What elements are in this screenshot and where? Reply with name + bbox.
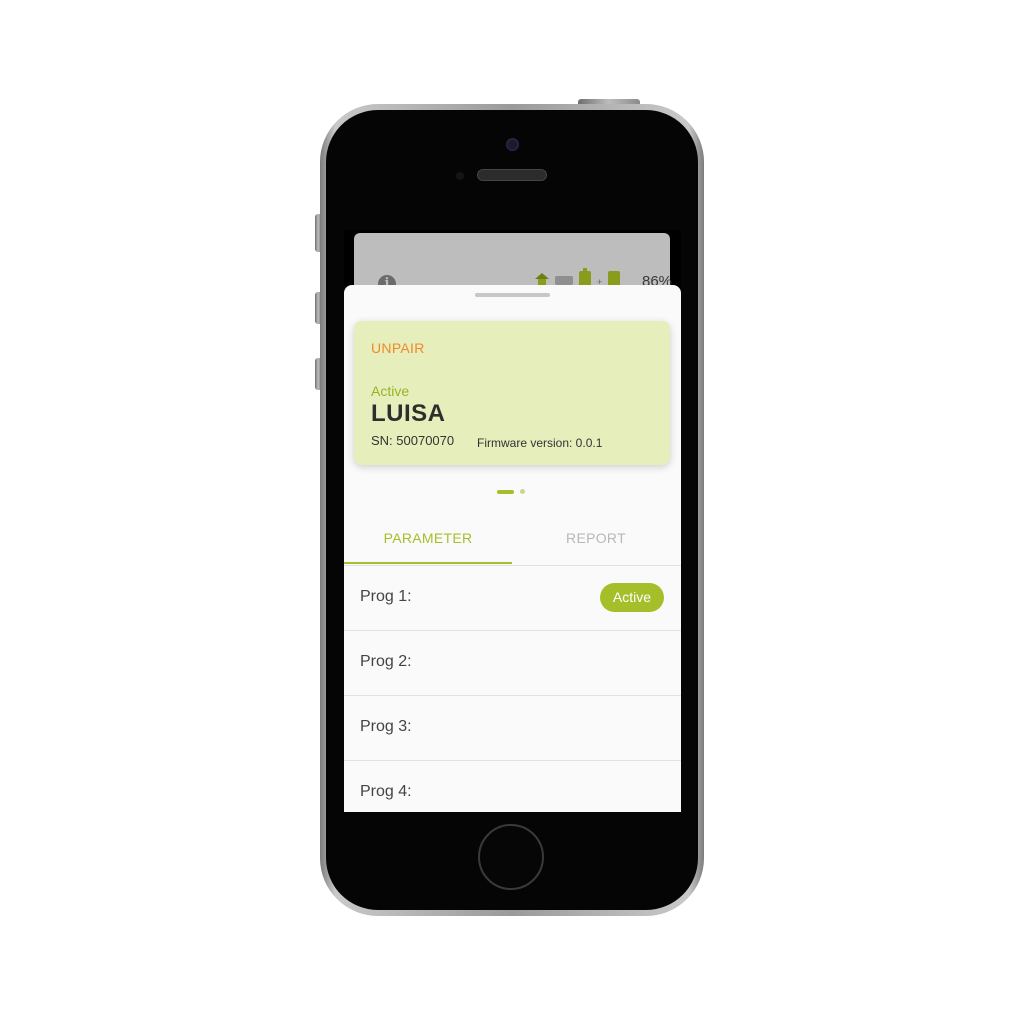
sheet-drag-handle[interactable] — [475, 293, 550, 297]
program-row[interactable]: Prog 4: — [344, 761, 681, 812]
home-button[interactable] — [478, 824, 544, 890]
tab-bar: PARAMETER REPORT — [344, 513, 681, 566]
page-dot-active[interactable] — [497, 489, 514, 494]
device-name: LUISA — [371, 400, 446, 427]
device-card: UNPAIR Active LUISA SN: 50070070 Firmwar… — [354, 321, 670, 465]
front-camera — [506, 138, 519, 151]
page-indicator — [497, 489, 525, 494]
program-label: Prog 2: — [360, 653, 412, 670]
tab-parameter[interactable]: PARAMETER — [344, 513, 512, 565]
plug-icon — [555, 276, 573, 285]
program-row[interactable]: Prog 1: Active — [344, 566, 681, 631]
program-row[interactable]: Prog 3: — [344, 696, 681, 761]
tab-report[interactable]: REPORT — [512, 513, 680, 565]
proximity-sensor — [456, 172, 464, 180]
serial-number: SN: 50070070 — [371, 433, 455, 448]
app-screen: i + 86% UNPAIR Active LUISA SN: 50070070… — [344, 230, 681, 812]
firmware-version: Firmware version: 0.0.1 — [477, 436, 603, 450]
bottom-sheet: UNPAIR Active LUISA SN: 50070070 Firmwar… — [344, 285, 681, 812]
earpiece-speaker — [477, 169, 547, 181]
program-row[interactable]: Prog 2: — [344, 631, 681, 696]
active-badge[interactable]: Active — [599, 583, 664, 612]
program-list: Prog 1: Active Prog 2: Prog 3: Prog 4: — [344, 566, 681, 812]
device-status: Active — [371, 383, 410, 399]
page-dot[interactable] — [520, 489, 525, 494]
program-label: Prog 3: — [360, 718, 412, 735]
program-label: Prog 1: — [360, 588, 412, 605]
unpair-button[interactable]: UNPAIR — [371, 340, 425, 356]
program-label: Prog 4: — [360, 783, 412, 800]
tab-active-indicator — [344, 562, 512, 564]
